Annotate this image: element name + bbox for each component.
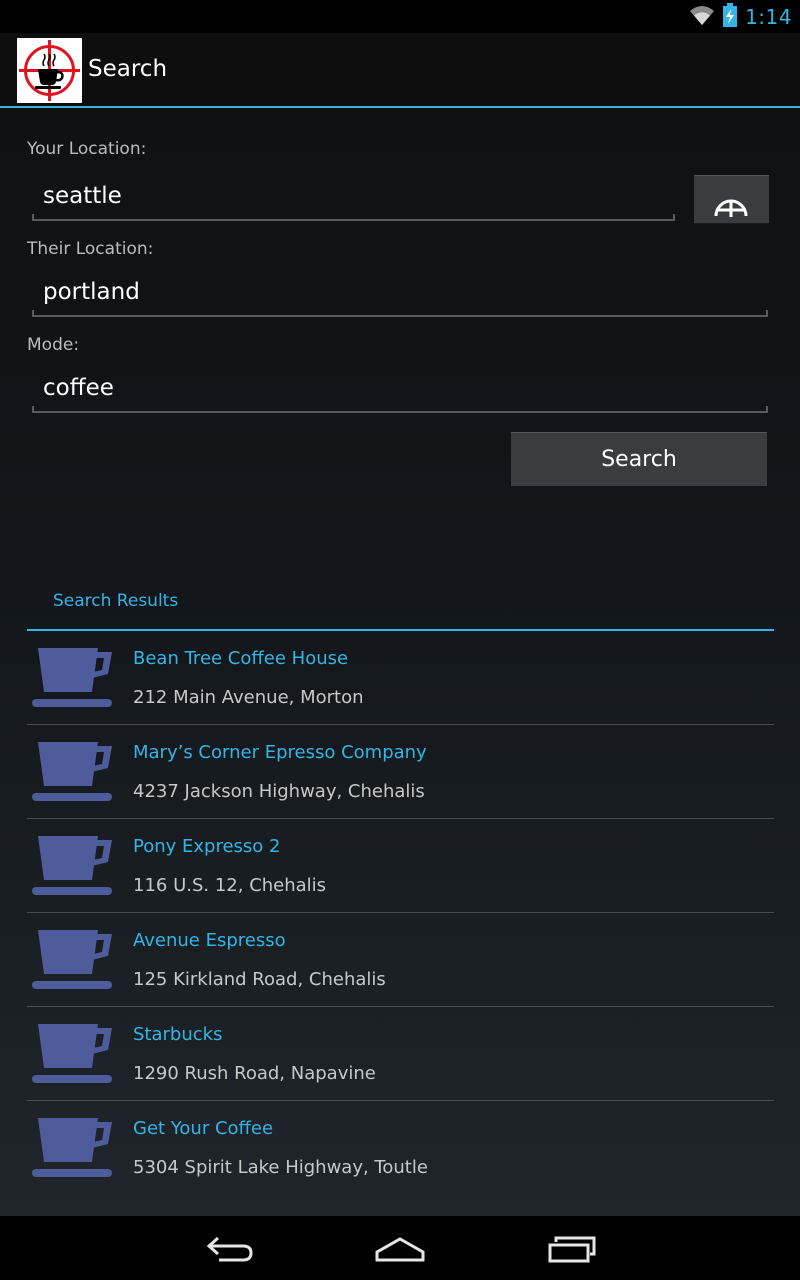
locate-button[interactable] bbox=[694, 175, 769, 223]
status-time: 1:14 bbox=[745, 5, 792, 29]
results-header: Search Results bbox=[53, 591, 179, 611]
list-item[interactable]: Avenue Espresso 125 Kirkland Road, Cheha… bbox=[27, 913, 774, 1007]
your-location-label: Your Location: bbox=[27, 139, 147, 159]
their-location-label: Their Location: bbox=[27, 239, 154, 259]
coffee-cup-icon bbox=[32, 930, 112, 989]
home-icon[interactable] bbox=[375, 1236, 425, 1268]
battery-charging-icon bbox=[723, 3, 738, 31]
result-name: Pony Expresso 2 bbox=[133, 836, 281, 857]
your-location-value: seattle bbox=[43, 183, 122, 209]
recent-apps-icon[interactable] bbox=[548, 1236, 596, 1268]
result-address: 125 Kirkland Road, Chehalis bbox=[133, 969, 386, 990]
coffee-cup-icon bbox=[32, 1118, 112, 1177]
list-item[interactable]: Bean Tree Coffee House 212 Main Avenue, … bbox=[27, 631, 774, 725]
list-item[interactable]: Get Your Coffee 5304 Spirit Lake Highway… bbox=[27, 1101, 774, 1195]
result-name: Starbucks bbox=[133, 1024, 223, 1045]
navigation-bar bbox=[0, 1216, 800, 1280]
result-address: 212 Main Avenue, Morton bbox=[133, 687, 364, 708]
mode-value: coffee bbox=[43, 375, 114, 401]
coffee-cup-icon bbox=[32, 648, 112, 707]
their-location-value: portland bbox=[43, 279, 140, 305]
crosshair-locate-icon bbox=[714, 199, 748, 217]
back-icon[interactable] bbox=[205, 1236, 253, 1268]
result-address: 116 U.S. 12, Chehalis bbox=[133, 875, 327, 896]
result-name: Avenue Espresso bbox=[133, 930, 286, 951]
action-bar: Search bbox=[0, 33, 800, 108]
mode-label: Mode: bbox=[27, 335, 80, 355]
your-location-field[interactable]: seattle bbox=[32, 171, 675, 221]
list-item[interactable]: Starbucks 1290 Rush Road, Napavine bbox=[27, 1007, 774, 1101]
page-title: Search bbox=[88, 56, 168, 82]
status-icons: 1:14 bbox=[689, 3, 792, 31]
coffee-cup-icon bbox=[32, 1024, 112, 1083]
coffee-cup-icon bbox=[32, 836, 112, 895]
result-name: Get Your Coffee bbox=[133, 1118, 274, 1139]
result-name: Mary’s Corner Epresso Company bbox=[133, 742, 427, 763]
mode-field[interactable]: coffee bbox=[32, 363, 768, 413]
search-form: Your Location: seattle Their Location: p… bbox=[0, 108, 800, 1216]
result-address: 5304 Spirit Lake Highway, Toutle bbox=[133, 1157, 428, 1178]
their-location-field[interactable]: portland bbox=[32, 267, 768, 317]
wifi-icon bbox=[689, 4, 715, 30]
result-name: Bean Tree Coffee House bbox=[133, 648, 349, 669]
search-button[interactable]: Search bbox=[511, 432, 767, 486]
results-list: Bean Tree Coffee House 212 Main Avenue, … bbox=[27, 631, 774, 1195]
coffee-cup-icon bbox=[32, 742, 112, 801]
result-address: 1290 Rush Road, Napavine bbox=[133, 1063, 376, 1084]
status-bar: 1:14 bbox=[0, 0, 800, 33]
list-item[interactable]: Mary’s Corner Epresso Company 4237 Jacks… bbox=[27, 725, 774, 819]
result-address: 4237 Jackson Highway, Chehalis bbox=[133, 781, 425, 802]
list-item[interactable]: Pony Expresso 2 116 U.S. 12, Chehalis bbox=[27, 819, 774, 913]
coffee-crosshair-logo-icon[interactable] bbox=[17, 38, 82, 103]
